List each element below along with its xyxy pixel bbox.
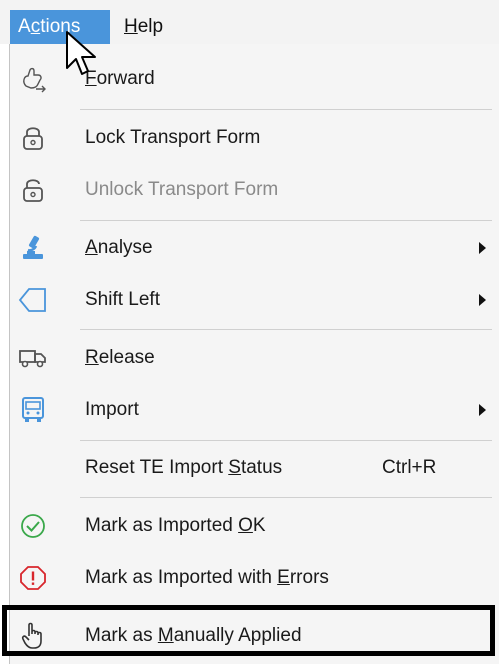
menu-separator xyxy=(80,220,492,221)
microscope-icon xyxy=(18,233,48,263)
unlock-icon xyxy=(18,175,48,205)
menu-item-lock-transport-form[interactable]: Lock Transport Form xyxy=(10,113,492,163)
truck-icon xyxy=(18,343,48,373)
menu-item-release[interactable]: Release xyxy=(10,333,492,383)
menu-separator xyxy=(80,329,492,330)
menu-separator xyxy=(80,109,492,110)
error-octagon-icon xyxy=(18,563,48,593)
menu-item-shift-left-label: Shift Left xyxy=(85,289,160,310)
mouse-pointer-icon xyxy=(66,31,96,75)
menu-item-release-label: Release xyxy=(85,347,155,368)
actions-dropdown-menu: Forward Lock Transport Form Unlock Trans… xyxy=(9,44,499,664)
submenu-arrow-icon xyxy=(479,242,486,254)
menu-item-reset-te-import-status-label: Reset TE Import Status xyxy=(85,457,283,478)
menu-item-mark-imported-errors-label: Mark as Imported with Errors xyxy=(85,567,329,588)
menu-actions-label-pre: A xyxy=(18,16,31,37)
menu-item-shift-left[interactable]: Shift Left xyxy=(10,275,492,325)
shortcut-ctrl-r: Ctrl+R xyxy=(382,457,437,478)
menu-item-unlock-transport-form-label: Unlock Transport Form xyxy=(85,179,279,200)
submenu-arrow-icon xyxy=(479,404,486,416)
menu-item-reset-te-import-status[interactable]: Reset TE Import Status Ctrl+R xyxy=(10,443,492,493)
menu-item-unlock-transport-form: Unlock Transport Form xyxy=(10,165,492,215)
menu-separator xyxy=(80,440,492,441)
menu-item-mark-imported-ok-label: Mark as Imported OK xyxy=(85,515,266,536)
menu-item-analyse-label: Analyse xyxy=(85,237,153,258)
lock-icon xyxy=(18,123,48,153)
menu-help-label-mnemonic: H xyxy=(124,16,138,37)
tag-left-icon xyxy=(18,285,48,315)
menu-help[interactable]: Help xyxy=(116,10,186,44)
menu-item-import[interactable]: Import xyxy=(10,385,492,435)
forward-hand-icon xyxy=(18,64,48,94)
menu-item-mark-imported-errors[interactable]: Mark as Imported with Errors xyxy=(10,553,492,603)
menu-help-label-post: elp xyxy=(137,16,164,37)
menu-actions-label-mnemonic: c xyxy=(30,16,41,37)
menu-item-mark-imported-ok[interactable]: Mark as Imported OK xyxy=(10,501,492,551)
menu-item-import-label: Import xyxy=(85,399,139,420)
import-bus-icon xyxy=(18,395,48,425)
highlight-annotation-box xyxy=(2,605,495,656)
menu-item-lock-transport-form-label: Lock Transport Form xyxy=(85,127,261,148)
submenu-arrow-icon xyxy=(479,294,486,306)
check-circle-icon xyxy=(18,511,48,541)
menu-separator xyxy=(80,497,492,498)
menu-item-analyse[interactable]: Analyse xyxy=(10,223,492,273)
